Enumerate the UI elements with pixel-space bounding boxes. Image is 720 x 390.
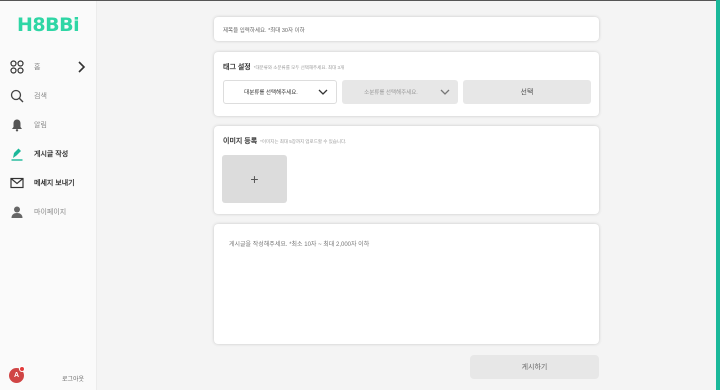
logout-button[interactable]: 로그아웃 xyxy=(62,374,84,383)
content-placeholder: 게시글을 작성해주세요. *최소 10자 ~ 최대 2,000자 이하 xyxy=(229,242,370,248)
main-category-placeholder: 대분류를 선택해주세요. xyxy=(244,90,298,96)
submit-button[interactable]: 게시하기 xyxy=(470,355,599,379)
mail-icon xyxy=(9,175,25,191)
chevron-right-icon xyxy=(77,60,87,79)
sidebar-item-search[interactable]: 검색 xyxy=(9,86,89,106)
add-image-button[interactable]: + xyxy=(222,155,287,203)
main-category-select[interactable]: 대분류를 선택해주세요. xyxy=(223,80,337,104)
tag-section-hint: *대분류와 소분류를 모두 선택해주세요. 최대 3개 xyxy=(253,65,345,70)
top-border xyxy=(0,0,720,1)
plus-icon: + xyxy=(250,171,259,187)
title-input[interactable]: 제목을 입력하세요. *최대 30자 이하 xyxy=(214,17,599,41)
section-title: 태그 설정 *대분류와 소분류를 모두 선택해주세요. 최대 3개 xyxy=(223,62,344,72)
sidebar-item-label: 마이페이지 xyxy=(34,209,67,216)
section-title: 이미지 등록 *이미지는 최대 5장까지 업로드할 수 있습니다. xyxy=(223,136,346,146)
notification-dot xyxy=(19,366,25,372)
bell-icon xyxy=(9,117,25,133)
sidebar-item-label: 검색 xyxy=(34,93,47,100)
sidebar-item-notifications[interactable]: 알림 xyxy=(9,115,89,135)
sidebar-item-messages[interactable]: 메세지 보내기 xyxy=(9,173,89,193)
sidebar-item-label: 게시글 작성 xyxy=(34,151,69,158)
tag-section-title: 태그 설정 xyxy=(223,64,251,71)
sub-category-placeholder: 소분류를 선택해주세요. xyxy=(364,90,418,96)
image-upload-section: 이미지 등록 *이미지는 최대 5장까지 업로드할 수 있습니다. + xyxy=(214,126,599,214)
tag-settings-section: 태그 설정 *대분류와 소분류를 모두 선택해주세요. 최대 3개 대분류를 선택… xyxy=(214,52,599,116)
grid-icon xyxy=(9,59,25,75)
sidebar-item-label: 알림 xyxy=(34,122,47,129)
sidebar-item-label: 홈 xyxy=(34,64,41,71)
sidebar: H8BBi 홈 검색 알림 게시글 작성 메세지 보내기 마이페이지 A 로그아… xyxy=(0,1,97,390)
sidebar-item-mypage[interactable]: 마이페이지 xyxy=(9,202,89,222)
pen-icon xyxy=(9,146,25,162)
app-logo[interactable]: H8BBi xyxy=(17,14,80,36)
sidebar-item-write[interactable]: 게시글 작성 xyxy=(9,144,89,164)
search-icon xyxy=(9,88,25,104)
sub-category-select[interactable]: 소분류를 선택해주세요. xyxy=(342,80,458,104)
sidebar-item-home[interactable]: 홈 xyxy=(9,57,89,77)
chevron-down-icon xyxy=(318,89,328,95)
image-section-hint: *이미지는 최대 5장까지 업로드할 수 있습니다. xyxy=(260,139,347,144)
user-icon xyxy=(9,204,25,220)
image-section-title: 이미지 등록 xyxy=(223,138,258,145)
title-placeholder: 제목을 입력하세요. *최대 30자 이하 xyxy=(223,28,305,34)
chevron-down-icon xyxy=(440,89,450,95)
sidebar-item-label: 메세지 보내기 xyxy=(34,180,75,187)
tag-select-button[interactable]: 선택 xyxy=(463,80,591,104)
right-accent-bar xyxy=(716,0,720,390)
content-textarea[interactable]: 게시글을 작성해주세요. *최소 10자 ~ 최대 2,000자 이하 xyxy=(214,224,599,344)
